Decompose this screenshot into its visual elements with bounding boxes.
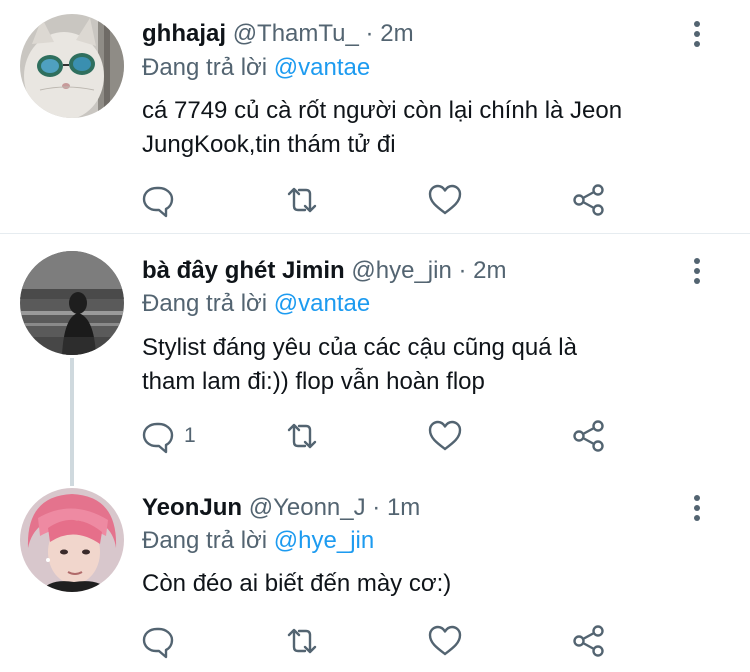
tweet-header: YeonJun @Yeonn_J · 1m — [142, 493, 420, 523]
reply-mention-link[interactable]: @hye_jin — [274, 527, 374, 554]
share-icon — [573, 420, 604, 452]
like-button[interactable] — [427, 182, 463, 218]
tweet-text-line: cá 7749 củ cà rốt người còn lại chính là… — [142, 97, 623, 124]
share-icon — [573, 625, 604, 657]
separator-dot: · — [458, 257, 467, 284]
reply-button[interactable]: 1 — [140, 418, 196, 454]
heart-icon — [428, 420, 462, 451]
tweet-2[interactable]: bà đây ghét Jimin @hye_jin · 2m Đang trả… — [0, 234, 750, 474]
heart-icon — [428, 184, 462, 215]
replying-to: Đang trả lời @vantae — [142, 53, 370, 83]
reply-bubble-icon — [142, 422, 174, 454]
tweet-text: Stylist đáng yêu của các cậu cũng quá là… — [142, 331, 712, 399]
replying-to-label: Đang trả lời — [142, 290, 268, 317]
reply-mention-link[interactable]: @vantae — [274, 290, 370, 317]
replying-to-label: Đang trả lời — [142, 54, 268, 81]
separator-dot: · — [372, 494, 381, 521]
avatar[interactable] — [20, 488, 124, 592]
reply-bubble-icon — [142, 627, 174, 659]
tweet-text-line: Còn đéo ai biết đến mày cơ:) — [142, 570, 452, 597]
retweet-icon — [287, 628, 317, 654]
like-button[interactable] — [427, 623, 463, 659]
retweet-icon — [287, 423, 317, 449]
avatar[interactable] — [20, 14, 124, 118]
tweet-text-line: tham lam đi:)) flop vẫn hoàn flop — [142, 368, 485, 395]
more-vertical-icon — [694, 495, 700, 521]
share-button[interactable] — [571, 623, 607, 659]
share-button[interactable] — [571, 418, 607, 454]
more-vertical-icon — [694, 21, 700, 47]
share-icon — [573, 184, 604, 216]
retweet-button[interactable] — [284, 623, 320, 659]
reply-mention-link[interactable]: @vantae — [274, 54, 370, 81]
more-options-button[interactable] — [685, 19, 709, 49]
retweet-button[interactable] — [284, 418, 320, 454]
timestamp[interactable]: 2m — [473, 257, 506, 284]
user-handle[interactable]: @Yeonn_J — [249, 494, 366, 521]
tweet-1[interactable]: ghhajaj @ThamTu_ · 2m Đang trả lời @vant… — [0, 0, 750, 232]
tweet-header: bà đây ghét Jimin @hye_jin · 2m — [142, 256, 507, 286]
avatar[interactable] — [20, 251, 124, 355]
more-options-button[interactable] — [685, 493, 709, 523]
more-vertical-icon — [694, 258, 700, 284]
user-handle[interactable]: @hye_jin — [351, 257, 451, 284]
display-name[interactable]: bà đây ghét Jimin — [142, 257, 345, 284]
retweet-icon — [287, 187, 317, 213]
display-name[interactable]: YeonJun — [142, 494, 242, 521]
heart-icon — [428, 625, 462, 656]
display-name[interactable]: ghhajaj — [142, 20, 226, 47]
tweet-text: cá 7749 củ cà rốt người còn lại chính là… — [142, 94, 712, 162]
reply-bubble-icon — [142, 186, 174, 218]
replying-to-label: Đang trả lời — [142, 527, 268, 554]
tweet-text: Còn đéo ai biết đến mày cơ:) — [142, 567, 712, 601]
tweet-text-line: Stylist đáng yêu của các cậu cũng quá là — [142, 334, 577, 361]
replying-to: Đang trả lời @hye_jin — [142, 526, 374, 556]
reply-count: 1 — [184, 424, 196, 447]
separator-dot: · — [365, 20, 374, 47]
reply-button[interactable] — [140, 623, 184, 659]
tweet-text-line: JungKook,tin thám tử đi — [142, 131, 396, 158]
user-handle[interactable]: @ThamTu_ — [233, 20, 359, 47]
retweet-button[interactable] — [284, 182, 320, 218]
reply-button[interactable] — [140, 182, 184, 218]
like-button[interactable] — [427, 418, 463, 454]
share-button[interactable] — [571, 182, 607, 218]
replying-to: Đang trả lời @vantae — [142, 289, 370, 319]
tweet-header: ghhajaj @ThamTu_ · 2m — [142, 19, 414, 49]
timestamp[interactable]: 1m — [387, 494, 420, 521]
tweet-3[interactable]: YeonJun @Yeonn_J · 1m Đang trả lời @hye_… — [0, 474, 750, 672]
timestamp[interactable]: 2m — [380, 20, 413, 47]
more-options-button[interactable] — [685, 256, 709, 286]
